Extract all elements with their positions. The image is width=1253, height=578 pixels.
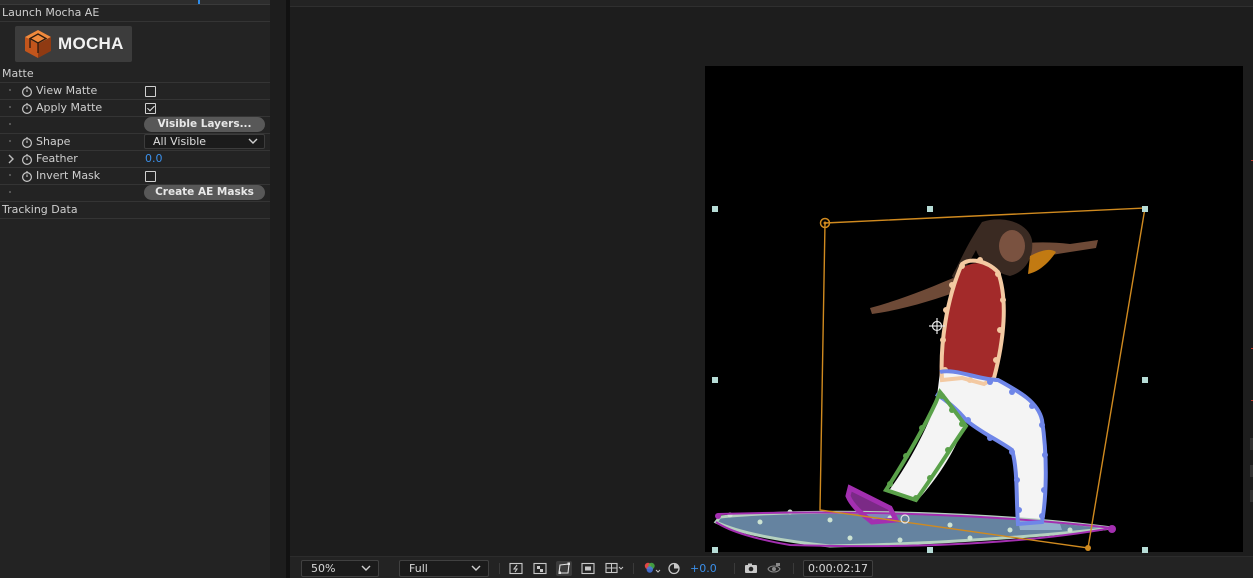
camera-snapshot-icon[interactable] [743,561,759,576]
row-indent-dot [9,140,11,142]
viewer-toolbar: 50% Full +0.0 0:00:02:17 [290,556,1253,578]
spline-control-point [1108,525,1116,533]
shape-dropdown[interactable]: All Visible [144,134,265,149]
mask-path-visibility-icon[interactable] [556,561,572,576]
view-matte-checkbox[interactable] [145,86,156,97]
ground-plane-spline [713,510,1113,548]
matte-section-label: Matte [2,67,34,80]
launch-mocha-label: Launch Mocha AE [2,6,100,19]
view-matte-row: View Matte [0,83,270,100]
chevron-down-icon [471,565,481,571]
grid-guides-icon[interactable] [604,561,624,576]
feather-label: Feather [36,152,78,165]
row-indent-dot [9,174,11,176]
layer-transform-handles[interactable] [712,206,1148,553]
active-tab-indicator [198,0,200,4]
feather-value[interactable]: 0.0 [145,152,163,165]
apply-matte-row: Apply Matte [0,100,270,117]
reset-exposure-icon[interactable] [666,561,682,576]
stopwatch-icon[interactable] [21,102,33,114]
stopwatch-icon[interactable] [21,170,33,182]
toolbar-separator [793,563,794,574]
mocha-cube-icon [25,30,51,58]
magnification-value: 50% [311,562,336,575]
show-snapshot-icon[interactable] [766,561,782,576]
mocha-launch-button[interactable]: MOCHA [15,26,132,62]
toolbar-separator [499,563,500,574]
stopwatch-icon[interactable] [21,153,33,165]
view-matte-label: View Matte [36,84,98,97]
launch-mocha-row[interactable]: Launch Mocha AE [0,5,270,22]
invert-mask-label: Invert Mask [36,169,101,182]
invert-mask-row: Invert Mask [0,168,270,185]
create-masks-row: Create AE Masks [0,185,270,202]
feather-row: Feather 0.0 [0,151,270,168]
tracking-data-section-header[interactable]: Tracking Data [0,202,270,219]
chevron-down-icon [248,138,258,144]
row-indent-dot [9,123,11,125]
exposure-value[interactable]: +0.0 [690,562,717,575]
row-indent-dot [9,106,11,108]
fast-previews-icon[interactable] [508,561,524,576]
create-ae-masks-button[interactable]: Create AE Masks [144,185,265,200]
chevron-down-icon [361,565,371,571]
region-of-interest-icon[interactable] [580,561,596,576]
transparency-grid-icon[interactable] [532,561,548,576]
stopwatch-icon[interactable] [21,85,33,97]
chevron-right-icon[interactable] [7,153,15,165]
toolbar-separator [734,563,735,574]
mocha-logo-text: MOCHA [58,34,124,53]
row-indent-dot [9,89,11,91]
apply-matte-checkbox[interactable] [145,103,156,114]
row-indent-dot [9,191,11,193]
shape-label: Shape [36,135,71,148]
matte-section-header[interactable]: Matte [0,66,270,83]
invert-mask-checkbox[interactable] [145,171,156,182]
magnification-dropdown[interactable]: 50% [301,560,379,577]
composition-viewer[interactable] [290,0,1253,578]
spline-control-point [715,513,721,519]
resolution-dropdown[interactable]: Full [399,560,489,577]
shape-row: Shape All Visible [0,134,270,151]
stopwatch-icon[interactable] [21,136,33,148]
current-time-display[interactable]: 0:00:02:17 [803,560,873,577]
visible-layers-button[interactable]: Visible Layers... [144,117,265,132]
toolbar-separator [633,563,634,574]
tracking-data-label: Tracking Data [2,203,78,216]
viewer-overlay [712,206,1148,553]
apply-matte-label: Apply Matte [36,101,103,114]
effect-controls-panel: Launch Mocha AE MOCHA Matte View Matte A… [0,0,270,578]
channels-icon[interactable] [642,561,662,576]
resolution-value: Full [409,562,428,575]
visible-layers-row: Visible Layers... [0,117,270,134]
shape-dropdown-value: All Visible [153,135,207,148]
